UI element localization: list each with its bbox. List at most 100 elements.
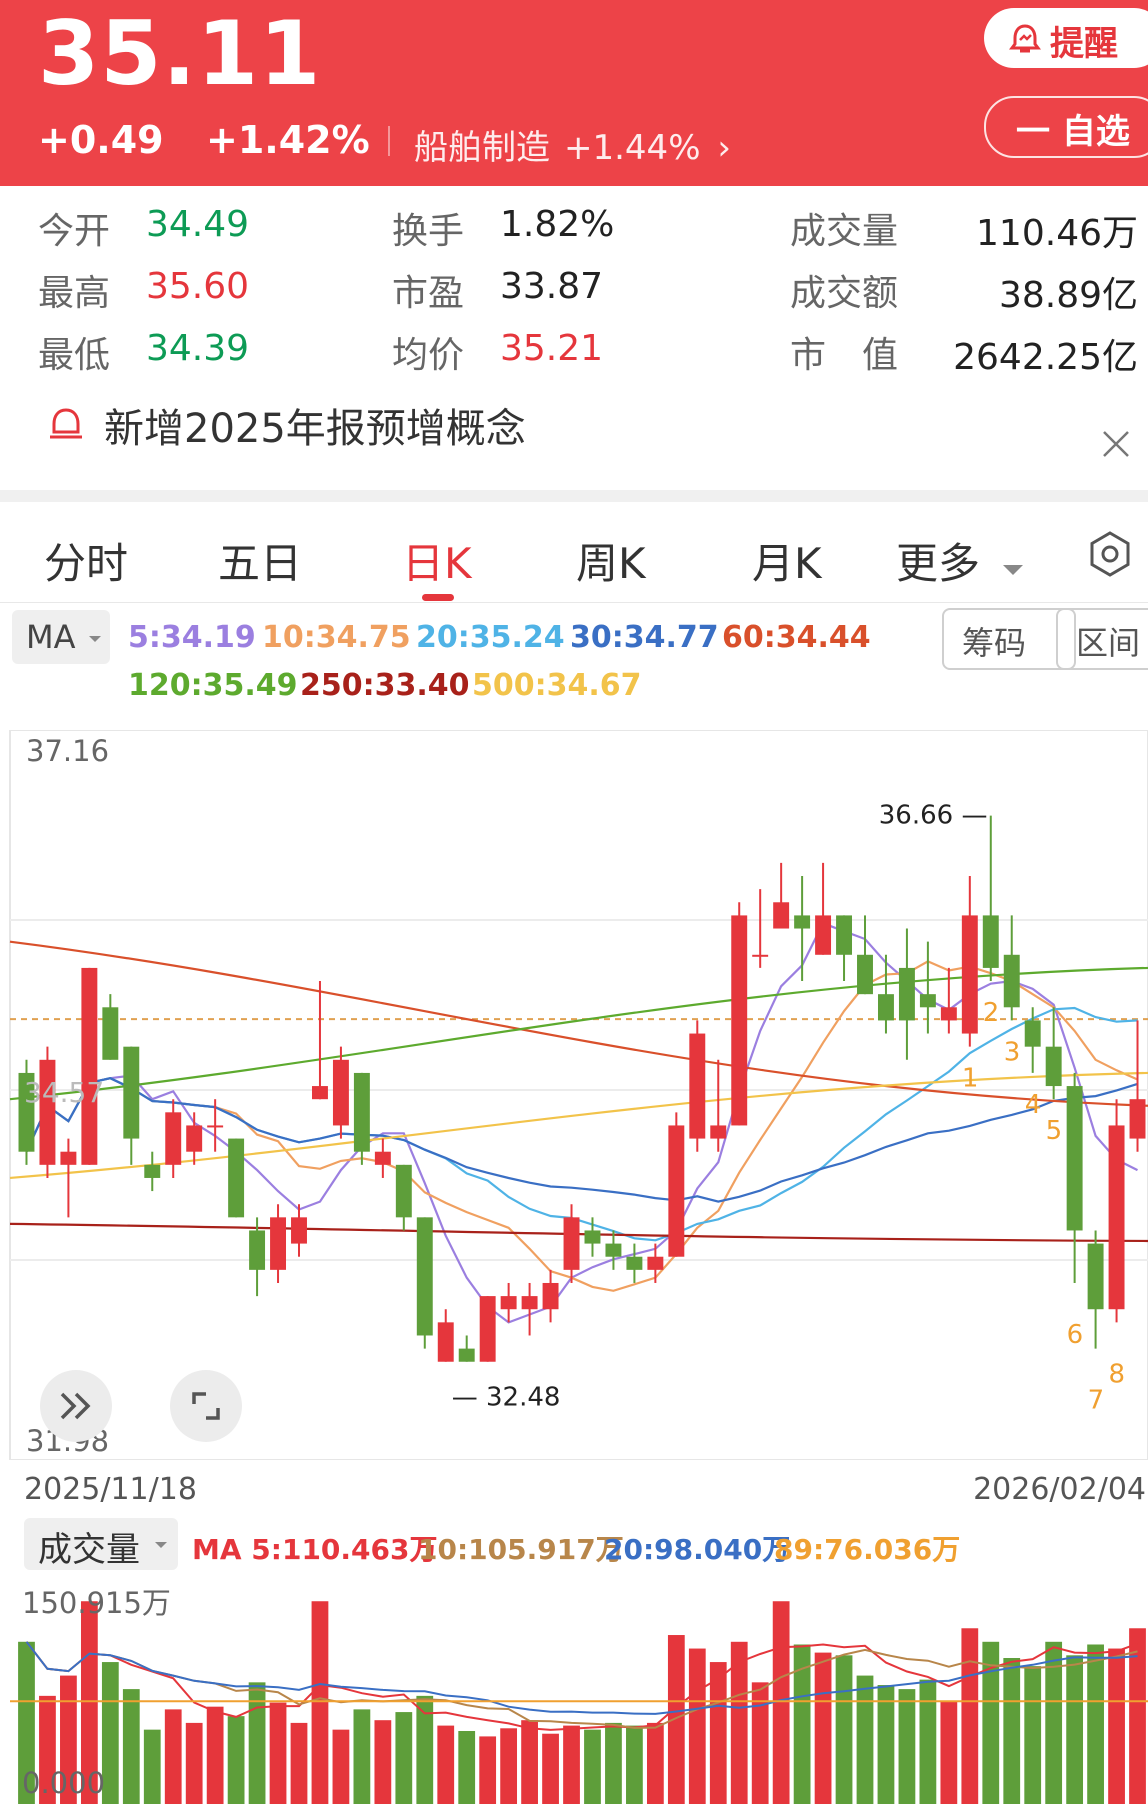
volume-select-label: 成交量	[38, 1530, 140, 1570]
low-value: 34.39	[146, 328, 250, 369]
tab-weekly-k[interactable]: 周K	[576, 530, 646, 591]
ma-value-6: 250:33.40	[300, 668, 470, 703]
tab-more[interactable]: 更多	[896, 530, 1025, 591]
turnover-value: 1.82%	[500, 204, 615, 245]
candle-body	[228, 1138, 245, 1218]
double-chevron-right-icon	[60, 1392, 91, 1420]
volume-indicator-select[interactable]: 成交量	[24, 1518, 178, 1570]
pe-label: 市盈	[392, 273, 465, 314]
tab-daily-k[interactable]: 日K	[402, 530, 472, 591]
candle-body	[249, 1230, 266, 1270]
candle-body	[563, 1217, 580, 1270]
close-icon[interactable]	[1100, 428, 1132, 460]
candle-body	[479, 1296, 496, 1362]
event-marker-7: 7	[1088, 1386, 1105, 1416]
candle-body	[584, 1230, 601, 1244]
candle-body	[647, 1256, 664, 1270]
amount-value: 38.89亿	[998, 275, 1138, 316]
volume-bar	[626, 1725, 643, 1804]
tab-intraday[interactable]: 分时	[44, 530, 128, 591]
ma-value-7: 500:34.67	[472, 668, 642, 703]
volume-bar	[458, 1731, 476, 1804]
chart-tabs: 分时 五日 日K 周K 月K 更多	[0, 502, 1148, 603]
volume-bar	[877, 1685, 895, 1804]
volume-bar	[374, 1720, 392, 1804]
end-date: 2026/02/04	[973, 1472, 1146, 1507]
volume-bar	[646, 1722, 664, 1804]
volume-ma-value-3: 89:76.036万	[774, 1533, 961, 1566]
fullscreen-button[interactable]	[170, 1370, 242, 1442]
event-marker-4: 4	[1025, 1090, 1042, 1120]
volume-bar	[961, 1628, 979, 1804]
volume-bar	[814, 1652, 832, 1804]
range-button[interactable]: 区间	[1056, 608, 1148, 670]
event-marker-1: 1	[962, 1064, 979, 1094]
fullscreen-icon	[192, 1392, 220, 1420]
volume-bar	[940, 1701, 958, 1804]
event-marker-2: 2	[983, 998, 1000, 1028]
sector-link[interactable]: 船舶制造 +1.44% ›	[414, 120, 731, 169]
expand-button[interactable]	[40, 1370, 112, 1442]
alarm-button[interactable]: 提醒	[984, 8, 1148, 68]
candle-body	[1108, 1125, 1125, 1310]
volume-bar	[122, 1689, 140, 1804]
kline-chart[interactable]: 36.66 — — 32.48 1 2345 6 78 34.57	[0, 730, 1148, 1460]
volume-value: 110.46万	[976, 213, 1138, 254]
high-mark-label: 36.66 —	[879, 801, 988, 831]
candle-body	[332, 1059, 349, 1126]
caret-down-icon	[155, 1542, 167, 1548]
event-marker-6: 6	[1067, 1320, 1084, 1350]
candle-body	[542, 1282, 559, 1310]
volume-bar	[898, 1689, 916, 1804]
settings-icon[interactable]	[1086, 530, 1134, 578]
tab-five-day[interactable]: 五日	[218, 530, 302, 591]
candle-body	[416, 1217, 433, 1336]
notice-bar[interactable]: 新增2025年报预增概念	[0, 396, 1148, 490]
candle-body	[1045, 1046, 1062, 1087]
active-tab-indicator	[422, 594, 454, 601]
candle-body	[794, 915, 811, 929]
candle-body	[752, 954, 769, 957]
indicator-select[interactable]: MA	[12, 610, 110, 664]
avg-label: 均价	[392, 335, 465, 376]
volume-bar	[500, 1728, 518, 1804]
volume-bar	[332, 1729, 350, 1804]
volume-chart[interactable]	[0, 1580, 1148, 1804]
remove-favorite-button[interactable]: 一 自选	[984, 96, 1148, 158]
candle-body	[919, 994, 936, 1008]
candle-body	[1129, 1099, 1146, 1139]
candle-body	[207, 1125, 224, 1128]
volume-bar	[584, 1729, 601, 1804]
sector-pct: +1.44%	[564, 128, 701, 168]
chevron-right-icon: ›	[717, 128, 731, 168]
volume-bar	[1087, 1644, 1104, 1804]
candle-body	[731, 915, 748, 1126]
volume-bar	[353, 1709, 371, 1804]
candle-body	[982, 915, 999, 968]
candle-body	[877, 994, 894, 1021]
start-date: 2025/11/18	[24, 1472, 197, 1507]
indicator-select-label: MA	[26, 618, 76, 656]
ma-value-2: 20:35.24	[416, 620, 565, 655]
candle-body	[500, 1296, 517, 1310]
candle-body	[123, 1046, 140, 1139]
candle-body	[291, 1217, 307, 1244]
pe-value: 33.87	[500, 266, 604, 307]
candle-body	[898, 967, 915, 1021]
volume-bar	[395, 1712, 413, 1804]
tab-monthly-k[interactable]: 月K	[752, 530, 822, 591]
divider	[388, 126, 390, 156]
volume-bar	[1066, 1655, 1084, 1804]
quote-stats: 今开 34.49 最高 35.60 最低 34.39 换手 1.82% 市盈 3…	[0, 186, 1148, 396]
candle-body	[374, 1151, 391, 1165]
volume-bar	[667, 1635, 685, 1804]
volume-bar	[542, 1733, 559, 1804]
volume-bar	[311, 1601, 329, 1804]
candle-body	[1087, 1243, 1104, 1310]
ma-value-5: 120:35.49	[128, 668, 298, 703]
volume-bar	[1003, 1658, 1021, 1804]
candle-body	[186, 1125, 203, 1152]
candle-body	[165, 1112, 182, 1165]
candle-body	[815, 915, 832, 955]
mcap-label: 市 值	[790, 335, 899, 376]
